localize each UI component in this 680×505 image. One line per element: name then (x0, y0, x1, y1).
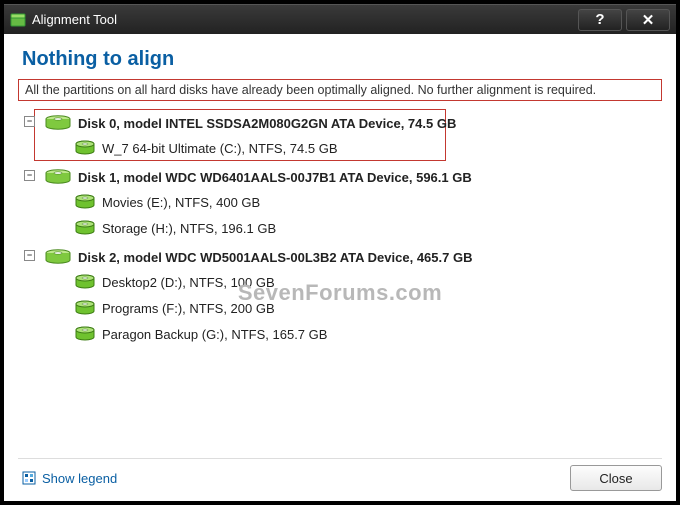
partition-icon (74, 220, 96, 236)
status-message: All the partitions on all hard disks hav… (18, 79, 662, 101)
titlebar[interactable]: Alignment Tool ? ✕ (4, 4, 676, 34)
partition-row[interactable]: W_7 64-bit Ultimate (C:), NTFS, 74.5 GB (20, 135, 660, 161)
partition-label: Programs (F:), NTFS, 200 GB (102, 301, 275, 316)
partition-row[interactable]: Movies (E:), NTFS, 400 GB (20, 189, 660, 215)
page-heading: Nothing to align (22, 48, 662, 71)
disk-tree: − Disk 0, model INTEL SSDSA2M080G2GN ATA … (18, 107, 662, 355)
partition-row[interactable]: Storage (H:), NTFS, 196.1 GB (20, 215, 660, 241)
partition-row[interactable]: Paragon Backup (G:), NTFS, 165.7 GB (20, 321, 660, 347)
disk-icon (44, 169, 72, 185)
partition-label: Paragon Backup (G:), NTFS, 165.7 GB (102, 327, 327, 342)
disk-icon (44, 115, 72, 131)
legend-label: Show legend (42, 471, 117, 486)
disk-row[interactable]: − Disk 1, model WDC WD6401AALS-00J7B1 ATA… (20, 165, 660, 189)
disk-label: Disk 1, model WDC WD6401AALS-00J7B1 ATA … (78, 170, 472, 185)
show-legend-link[interactable]: Show legend (18, 471, 117, 486)
partition-icon (74, 300, 96, 316)
partition-row[interactable]: Programs (F:), NTFS, 200 GB (20, 295, 660, 321)
disk-icon (44, 249, 72, 265)
close-window-button[interactable]: ✕ (626, 9, 670, 31)
partition-label: Movies (E:), NTFS, 400 GB (102, 195, 260, 210)
disk-label: Disk 0, model INTEL SSDSA2M080G2GN ATA D… (78, 116, 456, 131)
partition-icon (74, 140, 96, 156)
tree-expander[interactable]: − (24, 170, 35, 181)
tree-expander[interactable]: − (24, 250, 35, 261)
disk-label: Disk 2, model WDC WD5001AALS-00L3B2 ATA … (78, 250, 472, 265)
disk-row[interactable]: − Disk 0, model INTEL SSDSA2M080G2GN ATA … (20, 111, 660, 135)
app-icon (10, 12, 26, 28)
window-frame: Alignment Tool ? ✕ Nothing to align All … (0, 0, 680, 505)
partition-icon (74, 326, 96, 342)
partition-icon (74, 274, 96, 290)
partition-label: W_7 64-bit Ultimate (C:), NTFS, 74.5 GB (102, 141, 338, 156)
partition-icon (74, 194, 96, 210)
bottom-bar: Show legend Close (18, 458, 662, 491)
partition-label: Desktop2 (D:), NTFS, 100 GB (102, 275, 275, 290)
titlebar-title: Alignment Tool (32, 12, 117, 27)
disk-group: − Disk 2, model WDC WD5001AALS-00L3B2 ATA… (20, 245, 660, 347)
disk-row[interactable]: − Disk 2, model WDC WD5001AALS-00L3B2 ATA… (20, 245, 660, 269)
close-button[interactable]: Close (570, 465, 662, 491)
tree-expander[interactable]: − (24, 116, 35, 127)
help-button[interactable]: ? (578, 9, 622, 31)
partition-row[interactable]: Desktop2 (D:), NTFS, 100 GB (20, 269, 660, 295)
disk-group: − Disk 0, model INTEL SSDSA2M080G2GN ATA … (20, 111, 660, 161)
legend-icon (22, 471, 36, 485)
client-area: Nothing to align All the partitions on a… (4, 34, 676, 501)
disk-group: − Disk 1, model WDC WD6401AALS-00J7B1 ATA… (20, 165, 660, 241)
partition-label: Storage (H:), NTFS, 196.1 GB (102, 221, 276, 236)
